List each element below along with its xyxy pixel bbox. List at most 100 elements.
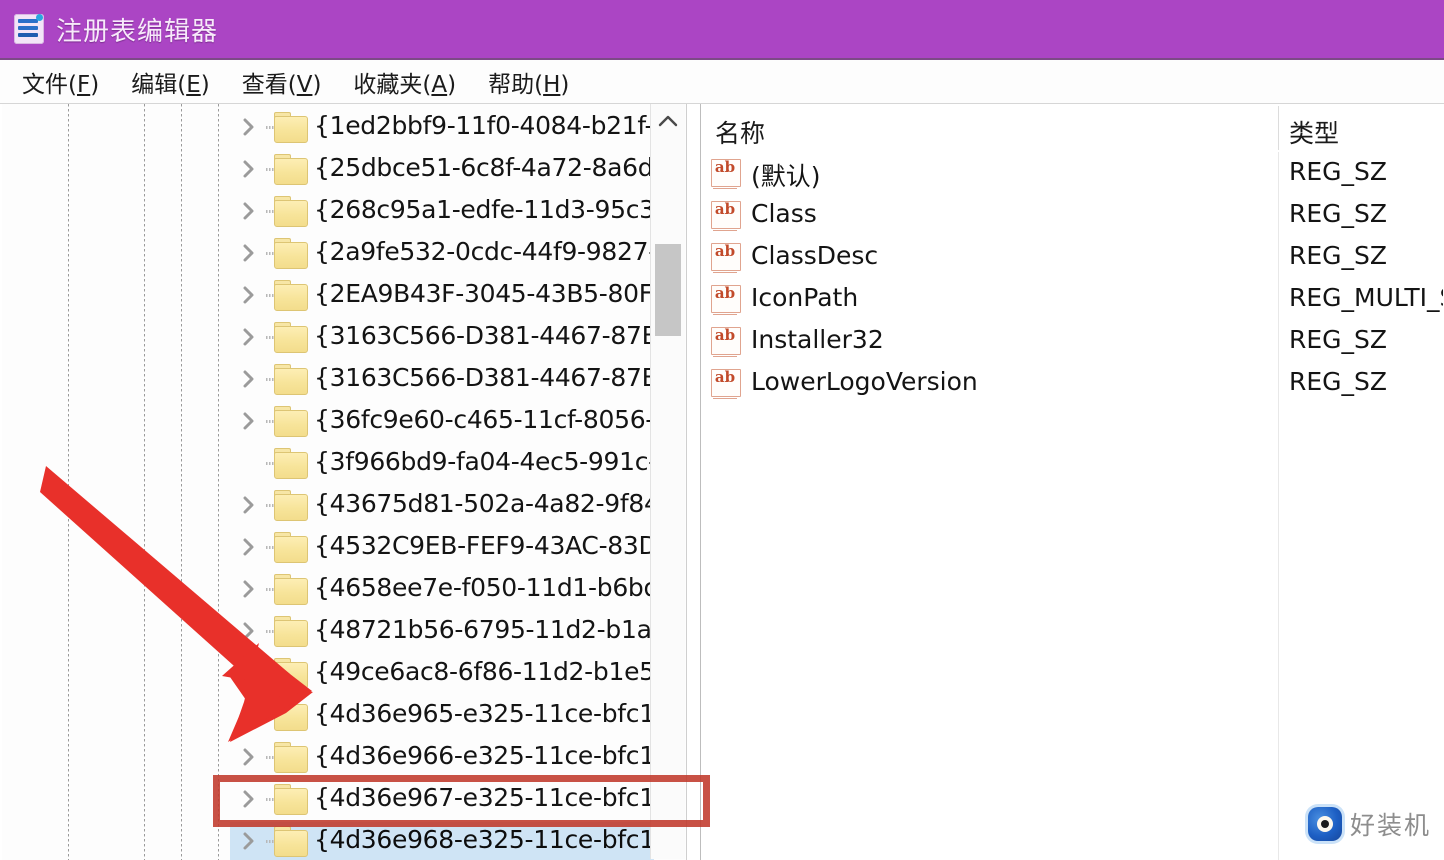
chevron-right-icon[interactable]: [238, 620, 260, 642]
registry-value-row[interactable]: ab Class REG_SZ: [701, 194, 1443, 236]
folder-icon: [274, 154, 308, 185]
menu-file-post: ): [90, 71, 100, 98]
folder-icon: [274, 826, 308, 857]
tree-item-label: {36fc9e60-c465-11cf-8056-44: [314, 405, 686, 434]
tree-item[interactable]: {2a9fe532-0cdc-44f9-9827-7(: [2, 232, 686, 274]
tree-item[interactable]: {25dbce51-6c8f-4a72-8a6d-b: [2, 148, 686, 190]
tree-item[interactable]: {1ed2bbf9-11f0-4084-b21f-a: [2, 106, 686, 148]
tree-scrollbar[interactable]: [650, 104, 685, 859]
chevron-right-icon[interactable]: [238, 116, 260, 138]
column-header-name[interactable]: 名称: [715, 114, 765, 150]
tree-item[interactable]: {3f966bd9-fa04-4ec5-991c-d: [2, 442, 686, 484]
tree-item-label: {4d36e966-e325-11ce-bfc1-0: [314, 741, 680, 770]
tree-scrollbar-thumb[interactable]: [655, 244, 681, 336]
tree-item-label: {4d36e967-e325-11ce-bfc1-0: [314, 783, 680, 812]
registry-value-name: ClassDesc: [751, 241, 879, 270]
registry-value-type: REG_SZ: [1289, 367, 1388, 396]
menu-favorites[interactable]: 收藏夹(A): [339, 63, 470, 101]
tree-item[interactable]: {2EA9B43F-3045-43B5-80F2-: [2, 274, 686, 316]
chevron-right-icon[interactable]: [238, 830, 260, 852]
folder-icon: [274, 700, 308, 731]
tree-item[interactable]: {36fc9e60-c465-11cf-8056-44: [2, 400, 686, 442]
list-column-headers: 名称 类型: [701, 104, 1443, 152]
menu-favorites-accel: A: [431, 71, 448, 98]
menu-file[interactable]: 文件(F): [8, 63, 113, 101]
registry-value-row[interactable]: ab (默认) REG_SZ: [701, 152, 1443, 194]
tree-item-label: {25dbce51-6c8f-4a72-8a6d-b: [314, 153, 678, 182]
registry-value-name: IconPath: [751, 283, 859, 312]
string-value-icon: ab: [711, 369, 741, 399]
column-header-divider[interactable]: [1278, 106, 1279, 150]
menu-edit[interactable]: 编辑(E): [117, 63, 224, 101]
tree-item[interactable]: {4532C9EB-FEF9-43AC-83DA·: [2, 526, 686, 568]
folder-icon: [274, 280, 308, 311]
tree-item-label: {4532C9EB-FEF9-43AC-83DA·: [314, 531, 682, 560]
menu-view[interactable]: 查看(V): [228, 63, 336, 101]
tree-item-label: {3163C566-D381-4467-87BC-: [314, 363, 684, 392]
tree-item[interactable]: {3163C566-D381-4467-87BC-: [2, 316, 686, 358]
chevron-right-icon[interactable]: [238, 746, 260, 768]
registry-value-row[interactable]: ab ClassDesc REG_SZ: [701, 236, 1443, 278]
menu-favorites-post: ): [447, 71, 457, 98]
chevron-right-icon[interactable]: [238, 284, 260, 306]
chevron-right-icon[interactable]: [238, 788, 260, 810]
tree-item-label: {2EA9B43F-3045-43B5-80F2-: [314, 279, 678, 308]
string-value-icon: ab: [711, 327, 741, 357]
tree-item[interactable]: {43675d81-502a-4a82-9f84-b: [2, 484, 686, 526]
registry-values-pane[interactable]: 名称 类型 ab (默认) REG_SZ ab Class REG_SZ ab ClassDe…: [700, 104, 1443, 860]
tree-item[interactable]: {4d36e967-e325-11ce-bfc1-0: [2, 778, 686, 820]
registry-tree-pane[interactable]: {1ed2bbf9-11f0-4084-b21f-a {25dbce51-6c8f…: [2, 104, 687, 860]
chevron-right-icon[interactable]: [238, 368, 260, 390]
chevron-right-icon[interactable]: [238, 326, 260, 348]
folder-icon: [274, 322, 308, 353]
window-title: 注册表编辑器: [56, 16, 219, 47]
chevron-right-icon[interactable]: [238, 536, 260, 558]
menu-view-pre: 查看(: [241, 71, 297, 98]
tree-item[interactable]: {3163C566-D381-4467-87BC-: [2, 358, 686, 400]
tree-item[interactable]: {4d36e966-e325-11ce-bfc1-0: [2, 736, 686, 778]
menu-help[interactable]: 帮助(H): [474, 63, 583, 101]
tree-item[interactable]: {4d36e965-e325-11ce-bfc1-0: [2, 694, 686, 736]
registry-value-name: (默认): [751, 162, 821, 191]
string-value-icon: ab: [711, 201, 741, 231]
folder-icon: [274, 532, 308, 563]
chevron-right-icon[interactable]: [238, 200, 260, 222]
tree-item-label: {3f966bd9-fa04-4ec5-991c-d: [314, 447, 673, 476]
folder-icon: [274, 112, 308, 143]
folder-icon: [274, 658, 308, 689]
tree-item-label: {2a9fe532-0cdc-44f9-9827-7(: [314, 237, 682, 266]
registry-value-row[interactable]: ab LowerLogoVersion REG_SZ: [701, 362, 1443, 404]
folder-icon: [274, 406, 308, 437]
tree-item-label: {49ce6ac8-6f86-11d2-b1e5-0: [314, 657, 680, 686]
tree-item[interactable]: {4658ee7e-f050-11d1-b6bd-: [2, 568, 686, 610]
registry-value-name: Installer32: [751, 325, 884, 354]
folder-icon: [274, 364, 308, 395]
chevron-right-icon[interactable]: [238, 494, 260, 516]
menu-edit-accel: E: [186, 71, 201, 98]
column-header-type[interactable]: 类型: [1289, 114, 1339, 150]
registry-value-type: REG_SZ: [1289, 157, 1388, 186]
registry-value-name: LowerLogoVersion: [751, 367, 978, 396]
title-bar: 注册表编辑器: [0, 0, 1444, 60]
chevron-right-icon[interactable]: [238, 242, 260, 264]
chevron-right-icon[interactable]: [238, 410, 260, 432]
chevron-right-icon[interactable]: [238, 578, 260, 600]
string-value-icon: ab: [711, 285, 741, 315]
registry-value-type: REG_MULTI_S: [1289, 283, 1443, 312]
tree-item[interactable]: {268c95a1-edfe-11d3-95c3-0: [2, 190, 686, 232]
string-value-icon: ab: [711, 243, 741, 273]
tree-item[interactable]: {48721b56-6795-11d2-b1a8-: [2, 610, 686, 652]
menu-help-post: ): [560, 71, 570, 98]
registry-value-row[interactable]: ab IconPath REG_MULTI_S: [701, 278, 1443, 320]
tree-item-selected[interactable]: {4d36e968-e325-11ce-bfc1-0: [2, 820, 686, 860]
registry-editor-window: 注册表编辑器 文件(F) 编辑(E) 查看(V) 收藏夹(A) 帮助(H) {1…: [0, 0, 1444, 860]
folder-icon: [274, 196, 308, 227]
chevron-up-icon[interactable]: [651, 104, 685, 138]
tree-item-label: {43675d81-502a-4a82-9f84-b: [314, 489, 684, 518]
tree-item-label: {1ed2bbf9-11f0-4084-b21f-a: [314, 111, 669, 140]
menu-file-pre: 文件(: [22, 71, 77, 98]
chevron-right-icon[interactable]: [238, 158, 260, 180]
folder-icon: [274, 448, 308, 479]
tree-item[interactable]: {49ce6ac8-6f86-11d2-b1e5-0: [2, 652, 686, 694]
registry-value-row[interactable]: ab Installer32 REG_SZ: [701, 320, 1443, 362]
